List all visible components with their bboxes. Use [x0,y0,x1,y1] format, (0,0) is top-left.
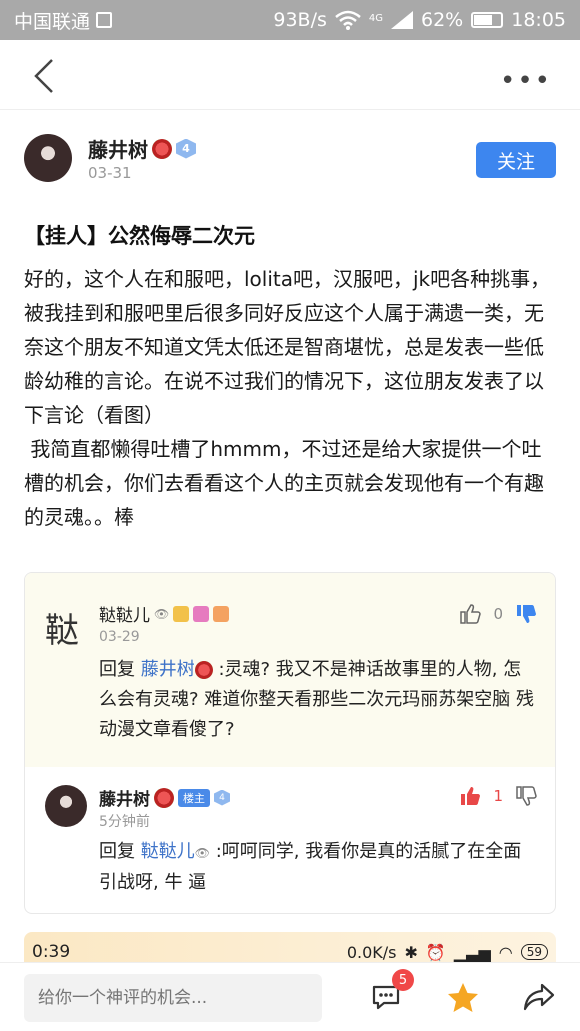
pisces-icon [193,605,210,622]
signal-icon: ▁▃▅ [453,942,491,962]
reply-prefix: 回复 [99,841,141,862]
author-name: 藤井树 [88,138,148,162]
post-date: 03-31 [88,164,132,182]
bottom-bar: 5 [0,962,580,1031]
battery-icon: 59 [520,944,548,960]
comment-author-row: 鞑鞑儿 👁 [99,601,230,626]
embedded-time: 0:39 [32,942,71,962]
star-icon[interactable] [446,981,480,1015]
clock: 18:05 [511,9,566,31]
comment-date: 03-29 [99,629,140,645]
comment-text: 回复 藤井树 :灵魂? 我又不是神话故事里的人物, 怎么会有灵魂? 难道你整天看… [99,655,539,745]
reply-prefix: 回复 [99,659,141,680]
reply-mention[interactable]: 藤井树 [141,659,195,680]
network-type: 4G [368,13,383,24]
wifi-icon: ◠ [498,942,513,962]
bluetooth-icon: ✱ [404,942,418,962]
comment-date: 5分钟前 [99,814,150,830]
post-author-header: 藤井树 4 03-31 关注 [24,130,556,190]
embedded-speed: 0.0K/s [346,942,397,962]
comment-count-badge: 5 [392,969,414,991]
like-count: 0 [493,605,503,623]
avatar[interactable]: 鞑 [45,603,87,651]
back-arrow-icon[interactable] [30,58,62,94]
owner-tag: 楼主 [178,788,210,807]
network-speed: 93B/s [273,9,327,31]
thumb-up-icon[interactable] [459,603,482,625]
post-body: 好的，这个人在和服吧，lolita吧，汉服吧，jk吧各种挑事，被我挂到和服吧里后… [24,267,551,529]
rose-icon [194,661,213,679]
nav-bar: ••• [0,40,580,110]
comments-button[interactable]: 5 [370,969,414,1017]
carrier-label: 中国联通 [14,10,91,33]
reply-mention[interactable]: 鞑鞑儿 [141,841,195,862]
eye-icon: 👁 [194,846,210,860]
battery-icon [471,12,504,28]
comment-actions: 1 [459,785,537,807]
comment-author-row: 藤井树 楼主 4 [99,785,230,810]
thumb-up-icon[interactable] [459,785,481,807]
level-badge: 4 [176,138,196,159]
thumb-down-icon[interactable] [515,785,537,807]
level-badge: 4 [214,789,230,806]
avatar[interactable] [24,134,72,182]
more-options-icon[interactable]: ••• [500,66,552,96]
diamond-icon [173,605,190,622]
follow-button[interactable]: 关注 [476,142,556,178]
alarm-icon: ⏰ [425,942,446,962]
rose-icon [154,787,174,808]
status-bar: 中国联通 93B/s 4G 62% 18:05 [0,0,580,40]
avatar[interactable] [45,785,87,827]
thumb-down-icon[interactable] [515,603,537,625]
comments-card: 鞑 鞑鞑儿 👁 03-29 回复 藤井树 :灵魂? 我又不是神话故事里的人物, … [24,572,556,914]
eye-icon: 👁 [154,606,170,621]
battery-percent: 62% [421,9,464,31]
comment-actions: 0 [459,603,537,625]
comment-input[interactable] [24,974,322,1022]
emoji-badge-icon [213,605,230,622]
post-title: 【挂人】公然侮辱二次元 [24,224,255,248]
comment-author[interactable]: 鞑鞑儿 [99,601,150,626]
author-name-row[interactable]: 藤井树 4 [88,134,196,163]
like-count: 1 [493,787,503,805]
signal-icon [391,11,413,29]
wifi-icon [335,10,361,30]
comment-item[interactable]: 鞑 鞑鞑儿 👁 03-29 回复 藤井树 :灵魂? 我又不是神话故事里的人物, … [25,573,555,767]
share-icon[interactable] [522,981,556,1013]
rose-icon [152,138,172,159]
comment-author[interactable]: 藤井树 [99,785,150,810]
sim-icon [96,12,113,28]
comment-text: 回复 鞑鞑儿👁 :呵呵同学, 我看你是真的活腻了在全面引战呀, 牛 逼 [99,837,539,898]
